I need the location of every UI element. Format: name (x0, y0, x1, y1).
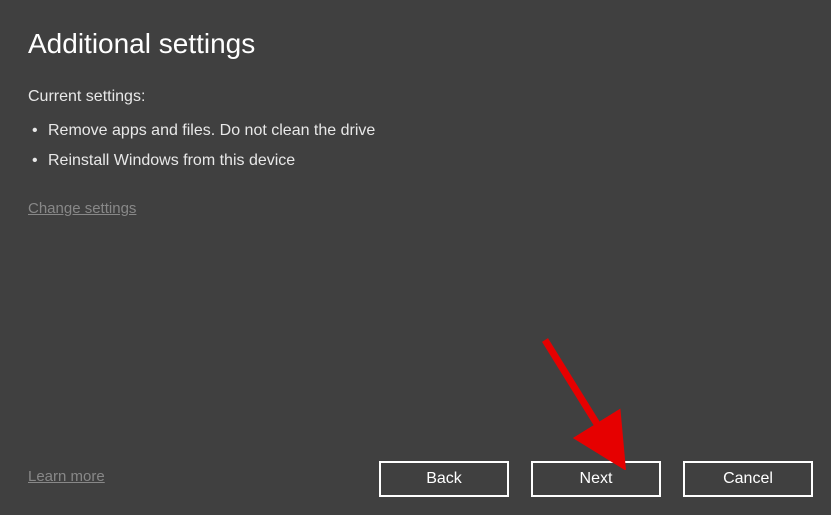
button-row: Back Next Cancel (379, 461, 813, 497)
current-settings-label: Current settings: (28, 88, 803, 106)
bullet-icon: • (32, 152, 38, 170)
list-item-text: Reinstall Windows from this device (48, 152, 295, 169)
list-item: • Reinstall Windows from this device (28, 146, 803, 176)
bullet-icon: • (32, 122, 38, 140)
back-button[interactable]: Back (379, 461, 509, 497)
change-settings-link[interactable]: Change settings (28, 200, 136, 217)
settings-list: • Remove apps and files. Do not clean th… (28, 116, 803, 176)
list-item-text: Remove apps and files. Do not clean the … (48, 122, 375, 139)
dialog-container: Additional settings Current settings: • … (0, 0, 831, 515)
annotation-arrow-icon (530, 335, 650, 470)
cancel-button[interactable]: Cancel (683, 461, 813, 497)
list-item: • Remove apps and files. Do not clean th… (28, 116, 803, 146)
page-title: Additional settings (28, 28, 803, 60)
next-button[interactable]: Next (531, 461, 661, 497)
learn-more-link[interactable]: Learn more (28, 468, 105, 485)
